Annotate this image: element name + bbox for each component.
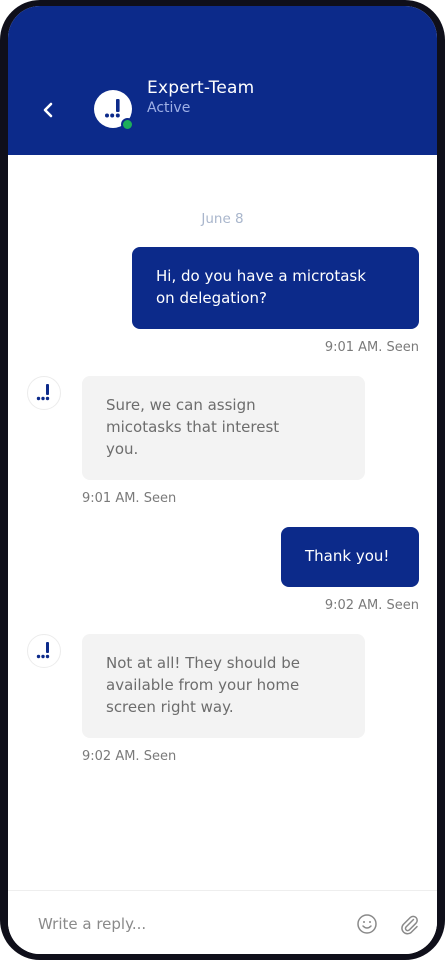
date-separator: June 8 — [201, 211, 244, 227]
contact-status: Active — [147, 100, 191, 116]
message-bubble-received: Sure, we can assign micotasks that inter… — [82, 376, 365, 480]
reply-input[interactable] — [38, 911, 338, 937]
online-status-dot — [121, 118, 134, 131]
reply-composer — [8, 890, 437, 954]
message-text: Hi, do you have a microtask on delegatio… — [156, 267, 366, 307]
logo-icon — [36, 384, 50, 401]
message-text: Sure, we can assign micotasks that inter… — [106, 396, 280, 458]
contact-name: Expert-Team — [147, 78, 255, 98]
message-text: Not at all! They should be available fro… — [106, 654, 300, 716]
chevron-left-icon — [43, 102, 53, 118]
message-bubble-sent: Hi, do you have a microtask on delegatio… — [132, 247, 419, 329]
device-frame: Expert-Team Active June 8 Hi, do you hav… — [0, 0, 445, 960]
attach-button[interactable] — [398, 913, 420, 935]
chat-header: Expert-Team Active — [8, 6, 437, 155]
message-meta: 9:01 AM. Seen — [82, 491, 177, 506]
message-meta: 9:01 AM. Seen — [324, 340, 419, 355]
contact-avatar-small — [27, 376, 61, 410]
message-text: Thank you! — [305, 547, 390, 565]
chat-screen: Expert-Team Active June 8 Hi, do you hav… — [8, 6, 437, 954]
paperclip-icon — [401, 915, 418, 935]
emoji-button[interactable] — [356, 913, 378, 935]
back-button[interactable] — [36, 98, 60, 122]
logo-icon — [36, 642, 50, 659]
message-meta: 9:02 AM. Seen — [82, 749, 177, 764]
message-meta: 9:02 AM. Seen — [324, 598, 419, 613]
message-bubble-sent: Thank you! — [281, 527, 419, 587]
smiley-icon — [357, 914, 377, 934]
message-bubble-received: Not at all! They should be available fro… — [82, 634, 365, 738]
contact-avatar-small — [27, 634, 61, 668]
